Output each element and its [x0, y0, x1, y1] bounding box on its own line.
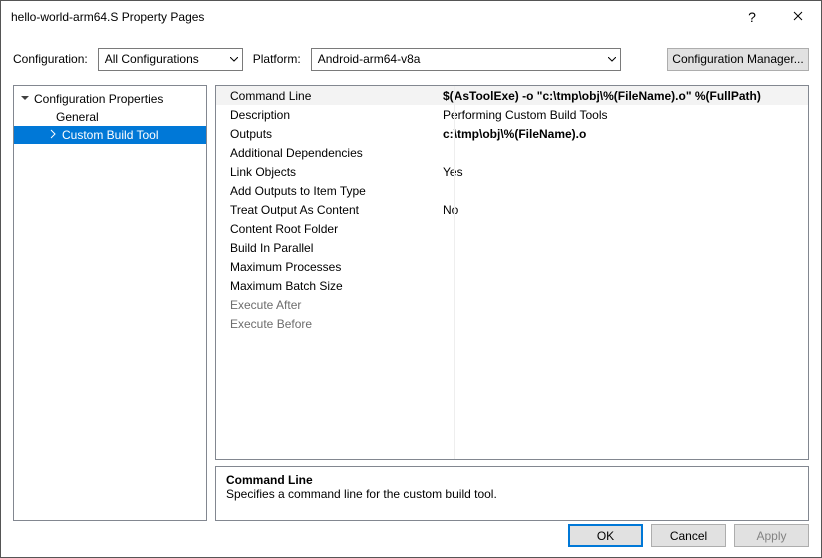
property-value[interactable]: $(AsToolExe) -o "c:\tmp\obj\%(FileName).…	[441, 89, 808, 103]
property-label: Maximum Batch Size	[216, 279, 441, 293]
property-label: Build In Parallel	[216, 241, 441, 255]
configuration-value: All Configurations	[105, 52, 199, 66]
property-value[interactable]: Yes	[441, 165, 808, 179]
property-value[interactable]: c:\tmp\obj\%(FileName).o	[441, 127, 808, 141]
chevron-down-icon	[230, 52, 238, 66]
property-row[interactable]: Maximum Batch Size	[216, 276, 808, 295]
property-row[interactable]: Content Root Folder	[216, 219, 808, 238]
property-value[interactable]: No	[441, 203, 808, 217]
property-label: Outputs	[216, 127, 441, 141]
property-label: Execute After	[216, 298, 441, 312]
property-grid: Command Line$(AsToolExe) -o "c:\tmp\obj\…	[215, 85, 809, 460]
tree-item-label: Custom Build Tool	[62, 128, 159, 142]
platform-select[interactable]: Android-arm64-v8a	[311, 48, 621, 71]
collapse-icon[interactable]	[20, 93, 32, 105]
cancel-button[interactable]: Cancel	[651, 524, 726, 547]
property-label: Maximum Processes	[216, 260, 441, 274]
tree-root-label: Configuration Properties	[34, 92, 163, 106]
property-row[interactable]: Add Outputs to Item Type	[216, 181, 808, 200]
tree-panel: Configuration Properties General Custom …	[13, 85, 207, 521]
property-row[interactable]: Treat Output As ContentNo	[216, 200, 808, 219]
description-panel: Command Line Specifies a command line fo…	[215, 466, 809, 521]
tree-item-custom-build-tool[interactable]: Custom Build Tool	[14, 126, 206, 144]
chevron-down-icon	[608, 52, 616, 66]
property-label: Link Objects	[216, 165, 441, 179]
description-title: Command Line	[226, 473, 798, 487]
ok-label: OK	[597, 529, 614, 543]
window-title: hello-world-arm64.S Property Pages	[11, 10, 729, 24]
property-label: Command Line	[216, 89, 441, 103]
apply-button[interactable]: Apply	[734, 524, 809, 547]
cancel-label: Cancel	[670, 529, 707, 543]
property-label: Description	[216, 108, 441, 122]
help-icon: ?	[748, 9, 756, 25]
tree-root[interactable]: Configuration Properties	[14, 90, 206, 108]
property-label: Execute Before	[216, 317, 441, 331]
property-label: Treat Output As Content	[216, 203, 441, 217]
property-row[interactable]: Link ObjectsYes	[216, 162, 808, 181]
tree-item-label: General	[56, 110, 99, 124]
property-row[interactable]: Maximum Processes	[216, 257, 808, 276]
ok-button[interactable]: OK	[568, 524, 643, 547]
expand-icon[interactable]	[48, 129, 60, 141]
property-row[interactable]: Execute After	[216, 295, 808, 314]
config-row: Configuration: All Configurations Platfo…	[1, 45, 821, 73]
help-button[interactable]: ?	[729, 1, 775, 33]
property-label: Additional Dependencies	[216, 146, 441, 160]
configuration-label: Configuration:	[13, 52, 88, 66]
platform-value: Android-arm64-v8a	[318, 52, 421, 66]
configuration-select[interactable]: All Configurations	[98, 48, 243, 71]
close-button[interactable]	[775, 1, 821, 33]
property-label: Add Outputs to Item Type	[216, 184, 441, 198]
property-row[interactable]: Additional Dependencies	[216, 143, 808, 162]
configuration-manager-button[interactable]: Configuration Manager...	[667, 48, 809, 71]
close-icon	[793, 10, 803, 24]
grid-divider[interactable]	[454, 86, 455, 459]
property-row[interactable]: Build In Parallel	[216, 238, 808, 257]
description-text: Specifies a command line for the custom …	[226, 487, 798, 501]
property-row[interactable]: Execute Before	[216, 314, 808, 333]
titlebar: hello-world-arm64.S Property Pages ?	[1, 1, 821, 33]
property-row[interactable]: Outputsc:\tmp\obj\%(FileName).o	[216, 124, 808, 143]
tree-item-general[interactable]: General	[14, 108, 206, 126]
property-value[interactable]: Performing Custom Build Tools	[441, 108, 808, 122]
platform-label: Platform:	[253, 52, 301, 66]
property-label: Content Root Folder	[216, 222, 441, 236]
dialog-buttons: OK Cancel Apply	[568, 524, 809, 547]
apply-label: Apply	[756, 529, 786, 543]
property-row[interactable]: Command Line$(AsToolExe) -o "c:\tmp\obj\…	[216, 86, 808, 105]
property-row[interactable]: DescriptionPerforming Custom Build Tools	[216, 105, 808, 124]
configuration-manager-label: Configuration Manager...	[672, 52, 803, 66]
